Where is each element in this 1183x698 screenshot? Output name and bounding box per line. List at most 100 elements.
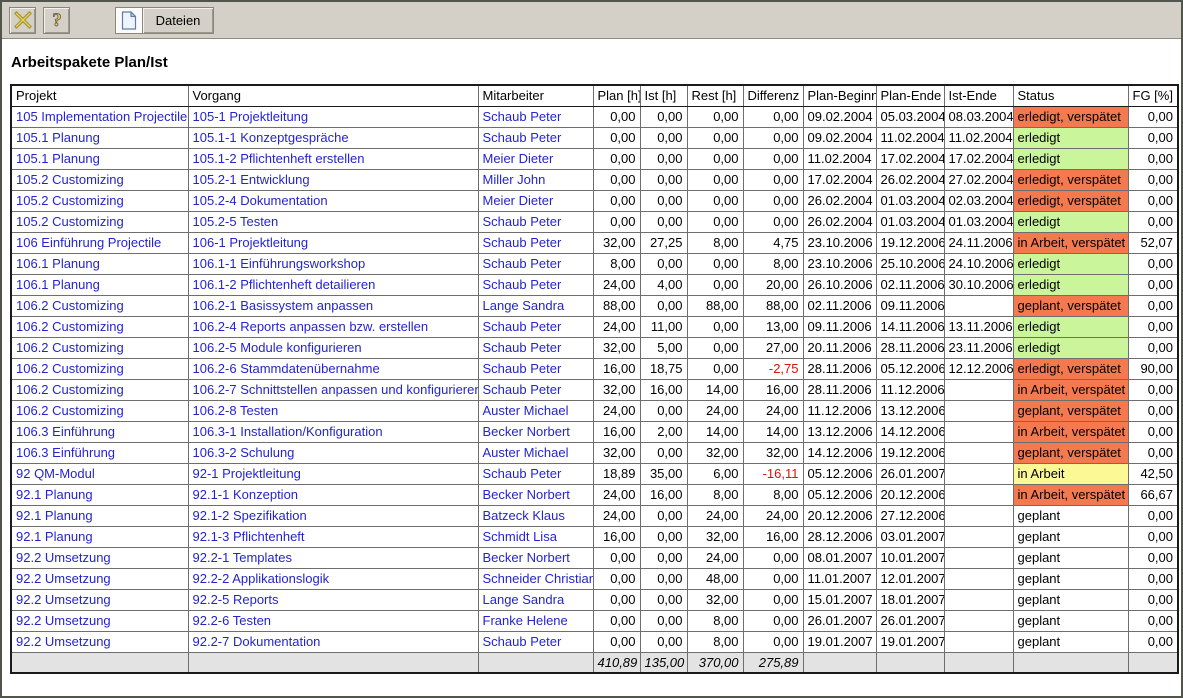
- cell-vorgang[interactable]: 106.2-8 Testen: [188, 400, 478, 421]
- cell-projekt[interactable]: 92.1 Planung: [11, 505, 188, 526]
- cell-projekt[interactable]: 106.2 Customizing: [11, 316, 188, 337]
- help-button[interactable]: ?: [43, 7, 70, 34]
- cell-vorgang[interactable]: 106.2-6 Stammdatenübernahme: [188, 358, 478, 379]
- cell-mitarbeiter[interactable]: Schaub Peter: [478, 358, 593, 379]
- cell-vorgang[interactable]: 92.1-1 Konzeption: [188, 484, 478, 505]
- cell-projekt[interactable]: 92.2 Umsetzung: [11, 631, 188, 652]
- cell-vorgang[interactable]: 92.2-7 Dokumentation: [188, 631, 478, 652]
- cell-mitarbeiter[interactable]: Meier Dieter: [478, 190, 593, 211]
- cell-mitarbeiter[interactable]: Lange Sandra: [478, 589, 593, 610]
- cell-vorgang[interactable]: 105.2-1 Entwicklung: [188, 169, 478, 190]
- cell-projekt[interactable]: 106.1 Planung: [11, 253, 188, 274]
- cell-ist: 0,00: [640, 127, 687, 148]
- cell-projekt[interactable]: 92.1 Planung: [11, 526, 188, 547]
- cell-projekt[interactable]: 105.1 Planung: [11, 148, 188, 169]
- cell-mitarbeiter[interactable]: Schaub Peter: [478, 463, 593, 484]
- cell-vorgang[interactable]: 105-1 Projektleitung: [188, 106, 478, 127]
- cell-vorgang[interactable]: 106.3-1 Installation/Konfiguration: [188, 421, 478, 442]
- cell-vorgang[interactable]: 106.1-2 Pflichtenheft detailieren: [188, 274, 478, 295]
- cell-mitarbeiter[interactable]: Schaub Peter: [478, 274, 593, 295]
- cell-projekt[interactable]: 106.2 Customizing: [11, 295, 188, 316]
- cell-ist: 0,00: [640, 505, 687, 526]
- cell-projekt[interactable]: 92.1 Planung: [11, 484, 188, 505]
- cell-vorgang[interactable]: 92.1-3 Pflichtenheft: [188, 526, 478, 547]
- cell-status: erledigt, verspätet: [1013, 358, 1128, 379]
- cell-vorgang[interactable]: 105.2-5 Testen: [188, 211, 478, 232]
- cell-vorgang[interactable]: 92.2-2 Applikationslogik: [188, 568, 478, 589]
- cell-rest: 8,00: [687, 610, 743, 631]
- table-row: 105.2 Customizing 105.2-1 Entwicklung Mi…: [11, 169, 1178, 190]
- cell-mitarbeiter[interactable]: Schneider Christian: [478, 568, 593, 589]
- cell-mitarbeiter[interactable]: Batzeck Klaus: [478, 505, 593, 526]
- cell-ist: 16,00: [640, 484, 687, 505]
- cell-ist-ende: 17.02.2004: [944, 148, 1013, 169]
- cell-mitarbeiter[interactable]: Lange Sandra: [478, 295, 593, 316]
- cell-mitarbeiter[interactable]: Auster Michael: [478, 400, 593, 421]
- cell-mitarbeiter[interactable]: Miller John: [478, 169, 593, 190]
- cell-rest: 14,00: [687, 421, 743, 442]
- cell-plan: 24,00: [593, 484, 640, 505]
- cell-vorgang[interactable]: 105.2-4 Dokumentation: [188, 190, 478, 211]
- cell-projekt[interactable]: 105.2 Customizing: [11, 190, 188, 211]
- cell-vorgang[interactable]: 106.2-1 Basissystem anpassen: [188, 295, 478, 316]
- cell-mitarbeiter[interactable]: Schaub Peter: [478, 232, 593, 253]
- cell-projekt[interactable]: 106.3 Einführung: [11, 442, 188, 463]
- cell-mitarbeiter[interactable]: Becker Norbert: [478, 421, 593, 442]
- cell-projekt[interactable]: 106.2 Customizing: [11, 358, 188, 379]
- cell-projekt[interactable]: 106.2 Customizing: [11, 337, 188, 358]
- cell-mitarbeiter[interactable]: Schaub Peter: [478, 631, 593, 652]
- cell-mitarbeiter[interactable]: Schaub Peter: [478, 337, 593, 358]
- cell-vorgang[interactable]: 105.1-2 Pflichtenheft erstellen: [188, 148, 478, 169]
- cell-mitarbeiter[interactable]: Schaub Peter: [478, 211, 593, 232]
- close-button[interactable]: [9, 7, 36, 34]
- cell-projekt[interactable]: 106.1 Planung: [11, 274, 188, 295]
- cell-mitarbeiter[interactable]: Schaub Peter: [478, 127, 593, 148]
- cell-mitarbeiter[interactable]: Franke Helene: [478, 610, 593, 631]
- table-row: 105 Implementation Projectile 105-1 Proj…: [11, 106, 1178, 127]
- cell-mitarbeiter[interactable]: Schaub Peter: [478, 253, 593, 274]
- cell-projekt[interactable]: 106.3 Einführung: [11, 421, 188, 442]
- document-button[interactable]: [115, 7, 142, 34]
- cell-projekt[interactable]: 106.2 Customizing: [11, 379, 188, 400]
- cell-projekt[interactable]: 92.2 Umsetzung: [11, 589, 188, 610]
- cell-mitarbeiter[interactable]: Schaub Peter: [478, 316, 593, 337]
- cell-fg: 0,00: [1128, 400, 1178, 421]
- cell-vorgang[interactable]: 92.2-6 Testen: [188, 610, 478, 631]
- cell-projekt[interactable]: 105.2 Customizing: [11, 169, 188, 190]
- cell-mitarbeiter[interactable]: Auster Michael: [478, 442, 593, 463]
- cell-mitarbeiter[interactable]: Becker Norbert: [478, 547, 593, 568]
- totals-row: 410,89 135,00 370,00 275,89: [11, 652, 1178, 673]
- table-row: 92.2 Umsetzung 92.2-7 Dokumentation Scha…: [11, 631, 1178, 652]
- cell-mitarbeiter[interactable]: Becker Norbert: [478, 484, 593, 505]
- cell-vorgang[interactable]: 92-1 Projektleitung: [188, 463, 478, 484]
- cell-vorgang[interactable]: 106.2-7 Schnittstellen anpassen und konf…: [188, 379, 478, 400]
- cell-vorgang[interactable]: 92.2-1 Templates: [188, 547, 478, 568]
- cell-plan-ende: 03.01.2007: [876, 526, 944, 547]
- cell-vorgang[interactable]: 106.2-4 Reports anpassen bzw. erstellen: [188, 316, 478, 337]
- cell-vorgang[interactable]: 105.1-1 Konzeptgespräche: [188, 127, 478, 148]
- cell-projekt[interactable]: 105.1 Planung: [11, 127, 188, 148]
- cell-vorgang[interactable]: 106.3-2 Schulung: [188, 442, 478, 463]
- cell-vorgang[interactable]: 106.1-1 Einführungsworkshop: [188, 253, 478, 274]
- cell-vorgang[interactable]: 106-1 Projektleitung: [188, 232, 478, 253]
- cell-mitarbeiter[interactable]: Schaub Peter: [478, 379, 593, 400]
- cell-vorgang[interactable]: 92.2-5 Reports: [188, 589, 478, 610]
- cell-projekt[interactable]: 105.2 Customizing: [11, 211, 188, 232]
- cell-projekt[interactable]: 106.2 Customizing: [11, 400, 188, 421]
- cell-vorgang[interactable]: 92.1-2 Spezifikation: [188, 505, 478, 526]
- cell-mitarbeiter[interactable]: Schaub Peter: [478, 106, 593, 127]
- table-row: 92.1 Planung 92.1-2 Spezifikation Batzec…: [11, 505, 1178, 526]
- cell-differenz: 0,00: [743, 610, 803, 631]
- cell-mitarbeiter[interactable]: Meier Dieter: [478, 148, 593, 169]
- cell-projekt[interactable]: 106 Einführung Projectile: [11, 232, 188, 253]
- cell-projekt[interactable]: 92 QM-Modul: [11, 463, 188, 484]
- cell-vorgang[interactable]: 106.2-5 Module konfigurieren: [188, 337, 478, 358]
- cell-projekt[interactable]: 92.2 Umsetzung: [11, 610, 188, 631]
- cell-mitarbeiter[interactable]: Schmidt Lisa: [478, 526, 593, 547]
- cell-projekt[interactable]: 105 Implementation Projectile: [11, 106, 188, 127]
- cell-projekt[interactable]: 92.2 Umsetzung: [11, 547, 188, 568]
- cell-fg: 0,00: [1128, 547, 1178, 568]
- cell-projekt[interactable]: 92.2 Umsetzung: [11, 568, 188, 589]
- dateien-button[interactable]: Dateien: [142, 7, 214, 34]
- cell-differenz: 0,00: [743, 169, 803, 190]
